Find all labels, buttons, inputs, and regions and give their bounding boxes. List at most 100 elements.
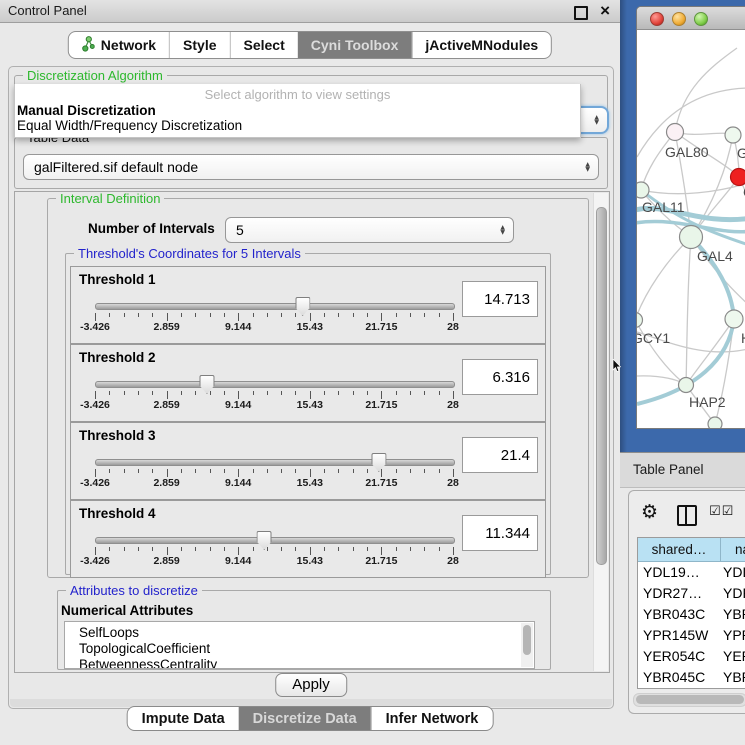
- table-row[interactable]: YBL079WYBL0: [638, 688, 745, 689]
- tick: [453, 547, 454, 555]
- numerical-attributes-list[interactable]: SelfLoopsTopologicalCoefficientBetweenne…: [64, 621, 535, 669]
- scale-label: 2.859: [153, 321, 179, 333]
- tab-style[interactable]: Style: [169, 32, 229, 58]
- close-traffic-light[interactable]: [650, 12, 664, 26]
- tick: [353, 313, 354, 317]
- threshold-2-slider[interactable]: [95, 381, 455, 388]
- control-panel-titlebar: Control Panel ×: [0, 0, 620, 23]
- table-cell[interactable]: YDL1: [720, 562, 745, 583]
- table-cell[interactable]: YBL079W: [638, 688, 720, 689]
- table-row[interactable]: YDR27…YDR2: [638, 583, 745, 604]
- tick: [109, 547, 110, 551]
- float-window-icon[interactable]: [574, 6, 588, 20]
- close-icon[interactable]: ×: [600, 0, 610, 21]
- table-row[interactable]: YPR145WYPR1: [638, 625, 745, 646]
- settings-scrollpane: Interval Definition Number of Intervals …: [14, 191, 610, 673]
- tick: [310, 313, 311, 321]
- tick: [181, 391, 182, 395]
- list-item[interactable]: TopologicalCoefficient: [79, 641, 534, 657]
- tab-cyni-toolbox[interactable]: Cyni Toolbox: [298, 32, 412, 58]
- scrollbar-thumb[interactable]: [523, 625, 531, 655]
- list-item[interactable]: SelfLoops: [79, 625, 534, 641]
- scale-label: -3.426: [80, 477, 110, 489]
- tab-jactivemnodules[interactable]: jActiveMNodules: [411, 32, 551, 58]
- table-cell[interactable]: YBR043C: [638, 604, 720, 625]
- column-header-name[interactable]: na: [721, 538, 745, 562]
- tick: [367, 313, 368, 317]
- table-cell[interactable]: YDR2: [720, 583, 745, 604]
- gear-icon[interactable]: ⚙: [641, 501, 658, 523]
- dropdown-option-manual[interactable]: Manual Discretization: [15, 103, 580, 118]
- threshold-label: Threshold 2: [79, 350, 156, 365]
- table-cell[interactable]: YBR0: [720, 604, 745, 625]
- node-table[interactable]: shared… na YDL19…YDL1YDR27…YDR2YBR043CYB…: [637, 537, 745, 689]
- tick: [295, 313, 296, 317]
- table-cell[interactable]: YBR045C: [638, 667, 720, 688]
- minimize-traffic-light[interactable]: [672, 12, 686, 26]
- table-cell[interactable]: YPR1: [720, 625, 745, 646]
- threshold-label: Threshold 1: [79, 272, 156, 287]
- apply-button[interactable]: Apply: [275, 673, 347, 697]
- tab-discretize-data[interactable]: Discretize Data: [239, 707, 371, 730]
- tab-impute-data[interactable]: Impute Data: [128, 707, 239, 730]
- threshold-4-value-field[interactable]: 11.344: [462, 515, 538, 551]
- scale-label: 15.43: [297, 321, 323, 333]
- table-row[interactable]: YER054CYER0: [638, 646, 745, 667]
- column-header-shared-name[interactable]: shared…: [638, 538, 721, 562]
- threshold-3-box: Threshold 3 -3.4262.8599.14415.4321.7152…: [70, 422, 546, 500]
- tick: [210, 313, 211, 317]
- split-columns-icon[interactable]: [677, 505, 697, 526]
- tick: [138, 313, 139, 317]
- scrollbar-thumb[interactable]: [636, 695, 744, 704]
- dropdown-prompt-item[interactable]: Select algorithm to view settings: [15, 87, 580, 102]
- network-canvas[interactable]: GAL80 GA C GAL11 GAL4 GCY1 H HAP2: [637, 30, 745, 428]
- table-cell[interactable]: YDL19…: [638, 562, 720, 583]
- tab-label: Select: [244, 37, 285, 53]
- tick: [109, 469, 110, 473]
- threshold-1-slider[interactable]: [95, 303, 455, 310]
- table-cell[interactable]: YBR0: [720, 667, 745, 688]
- table-row[interactable]: YBR043CYBR0: [638, 604, 745, 625]
- list-item[interactable]: BetweennessCentrality: [79, 657, 534, 669]
- zoom-traffic-light[interactable]: [694, 12, 708, 26]
- threshold-2-value-field[interactable]: 6.316: [462, 359, 538, 395]
- threshold-4-slider[interactable]: [95, 537, 455, 544]
- tick: [410, 547, 411, 551]
- list-items: SelfLoopsTopologicalCoefficientBetweenne…: [65, 622, 534, 669]
- list-scrollbar[interactable]: [521, 623, 533, 667]
- table-cell[interactable]: YER054C: [638, 646, 720, 667]
- tab-infer-network[interactable]: Infer Network: [371, 707, 493, 730]
- table-row[interactable]: YDL19…YDL1: [638, 562, 745, 583]
- tab-select[interactable]: Select: [230, 32, 298, 58]
- table-panel-title: Table Panel: [633, 453, 704, 486]
- node-label: GCY1: [637, 330, 670, 346]
- select-columns-checkboxes-icon[interactable]: ☑☑: [709, 504, 734, 519]
- table-cell[interactable]: YDR27…: [638, 583, 720, 604]
- tick: [138, 547, 139, 551]
- control-panel: Control Panel × Network Style Select: [0, 0, 620, 745]
- table-cell[interactable]: YPR145W: [638, 625, 720, 646]
- cyni-mode-tabs: Impute Data Discretize Data Infer Networ…: [127, 706, 494, 731]
- tab-label: Style: [183, 37, 216, 53]
- table-data-combobox[interactable]: galFiltered.sif default node ▲▼: [23, 154, 599, 180]
- scale-label: 21.715: [365, 555, 397, 567]
- tick: [338, 313, 339, 317]
- tab-network[interactable]: Network: [69, 32, 169, 58]
- table-cell[interactable]: YER0: [720, 646, 745, 667]
- table-horizontal-scrollbar[interactable]: [633, 693, 745, 707]
- tick: [95, 469, 96, 477]
- tick: [195, 469, 196, 473]
- settings-scrollbar[interactable]: [593, 193, 608, 671]
- table-cell[interactable]: YBL0: [720, 688, 745, 689]
- num-intervals-combobox[interactable]: 5 ▲▼: [225, 217, 514, 243]
- tick: [167, 313, 168, 321]
- scale-label: 21.715: [365, 399, 397, 411]
- right-region: GAL80 GA C GAL11 GAL4 GCY1 H HAP2 Table …: [620, 0, 745, 745]
- threshold-3-value-field[interactable]: 21.4: [462, 437, 538, 473]
- table-row[interactable]: YBR045CYBR0: [638, 667, 745, 688]
- threshold-1-value-field[interactable]: 14.713: [462, 281, 538, 317]
- threshold-3-slider[interactable]: [95, 459, 455, 466]
- dropdown-option-equal-width[interactable]: Equal Width/Frequency Discretization: [15, 118, 580, 133]
- scrollbar-thumb[interactable]: [596, 207, 607, 565]
- tick: [324, 547, 325, 551]
